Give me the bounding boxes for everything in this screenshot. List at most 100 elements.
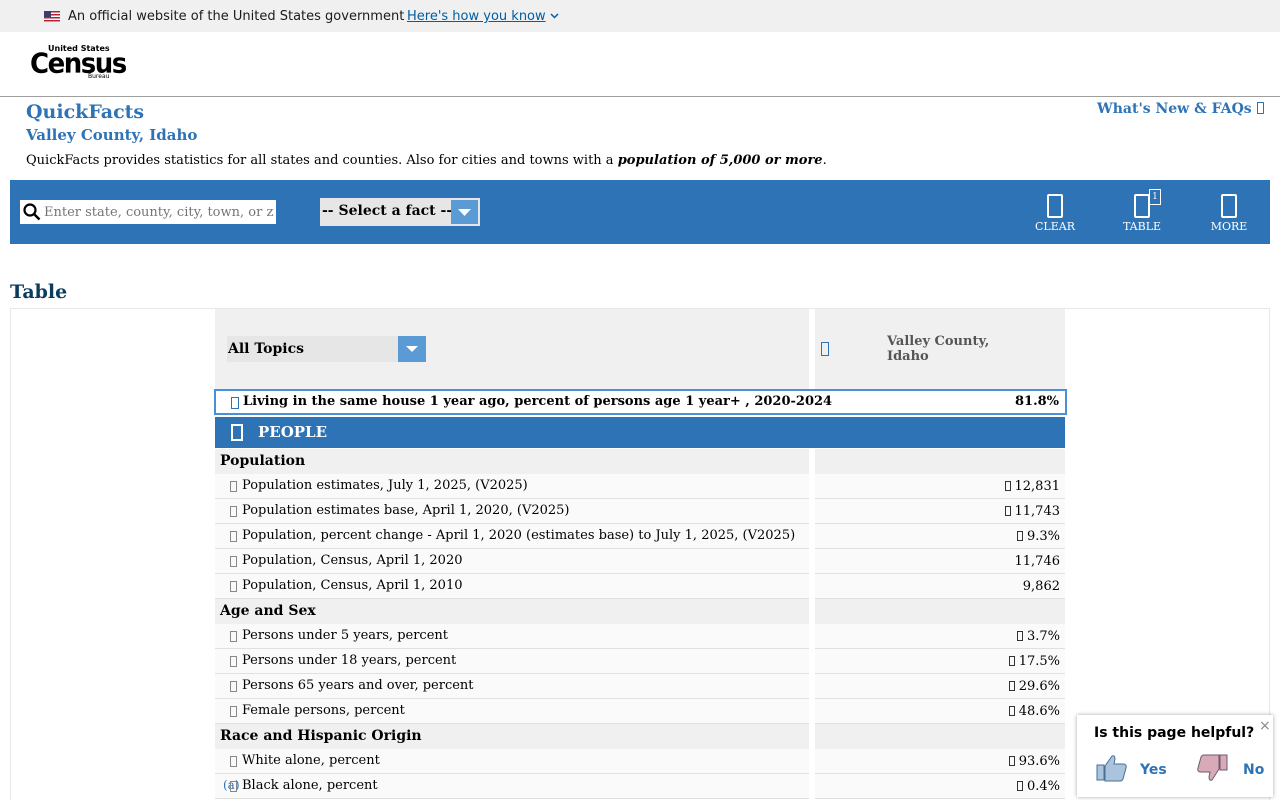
table-row[interactable]: Persons under 18 years, percent 17.5% (215, 649, 1065, 674)
official-site-text: An official website of the United States… (68, 9, 405, 24)
info-icon[interactable] (230, 706, 237, 717)
clear-button[interactable]: CLEAR (1025, 194, 1085, 234)
description-suffix: . (822, 153, 827, 168)
topic-column-header: All Topics (215, 309, 809, 389)
fact-value-cell: 3.7% (815, 624, 1065, 649)
info-icon[interactable] (230, 506, 237, 517)
more-button[interactable]: MORE (1199, 194, 1259, 234)
fact-value-cell (815, 599, 1065, 624)
search-box[interactable] (20, 200, 276, 224)
estimate-flag-icon[interactable] (1016, 781, 1023, 791)
fact-label: Black alone, percent (242, 778, 378, 793)
feedback-widget: Is this page helpful? × Yes No (1077, 715, 1273, 797)
caret-down-icon (458, 209, 471, 216)
fact-label: Population estimates base, April 1, 2020… (242, 503, 570, 518)
estimate-flag-icon[interactable] (1004, 481, 1011, 491)
feedback-yes-label: Yes (1140, 762, 1167, 778)
info-icon[interactable] (230, 581, 237, 592)
featured-fact-row[interactable]: Living in the same house 1 year ago, per… (214, 389, 1067, 415)
chevron-down-icon[interactable] (550, 11, 559, 20)
info-icon[interactable] (230, 656, 237, 667)
fact-label: Persons under 18 years, percent (242, 653, 457, 668)
table-section-header: Age and Sex (215, 599, 1065, 624)
fact-value: 48.6% (1008, 704, 1060, 719)
info-icon[interactable] (230, 481, 237, 492)
table-row[interactable]: Persons under 5 years, percent 3.7% (215, 624, 1065, 649)
table-button[interactable]: 1 TABLE (1112, 189, 1172, 234)
table-row[interactable]: Persons 65 years and over, percent 29.6% (215, 674, 1065, 699)
fact-value: 9,862 (1023, 579, 1060, 594)
table-row[interactable]: Population, Census, April 1, 2020 11,746 (215, 549, 1065, 574)
how-you-know-link[interactable]: Here's how you know (407, 9, 546, 24)
search-icon (23, 203, 41, 221)
info-icon[interactable] (230, 531, 237, 542)
fact-value-text: 17.5% (1018, 654, 1060, 669)
fact-label-cell: Population estimates base, April 1, 2020… (215, 499, 809, 524)
fact-label-cell: Population (215, 449, 809, 474)
table-row[interactable]: Population estimates, July 1, 2025, (V20… (215, 474, 1065, 499)
fact-select-dropdown-button[interactable] (451, 200, 478, 224)
estimate-flag-icon[interactable] (1008, 681, 1015, 691)
info-icon[interactable] (231, 397, 239, 409)
estimate-flag-icon[interactable] (1016, 531, 1023, 541)
estimate-flag-icon[interactable] (1004, 506, 1011, 516)
whats-new-link[interactable]: What's New & FAQs (1097, 101, 1264, 117)
more-icon (1221, 194, 1237, 218)
fact-value-cell: 17.5% (815, 649, 1065, 674)
section-label: Race and Hispanic Origin (220, 728, 422, 744)
fact-value-text: 29.6% (1018, 679, 1060, 694)
estimate-flag-icon[interactable] (1016, 631, 1023, 641)
fact-value: 0.4% (1016, 779, 1060, 794)
location-column-label: Valley County, Idaho (887, 334, 990, 364)
clear-icon (1047, 194, 1063, 218)
table-row[interactable]: White alone, percent 93.6% (215, 749, 1065, 774)
site-header: United States Census Bureau (0, 32, 1280, 97)
table-row[interactable]: Black alone, percent (a) 0.4% (215, 774, 1065, 799)
info-icon[interactable] (230, 681, 237, 692)
info-icon[interactable] (230, 756, 237, 767)
fact-select[interactable]: -- Select a fact -- (320, 198, 480, 226)
fact-label-cell: Black alone, percent (a) (215, 774, 809, 799)
section-label: Age and Sex (220, 603, 316, 619)
thumbs-down-icon (1197, 754, 1228, 781)
info-icon[interactable] (230, 781, 237, 792)
fact-value-cell: 12,831 (815, 474, 1065, 499)
fact-label: Population, Census, April 1, 2020 (242, 553, 463, 568)
fact-label-cell: Population, Census, April 1, 2020 (215, 549, 809, 574)
feedback-yes-button[interactable]: Yes (1095, 753, 1185, 785)
close-icon[interactable]: × (1259, 718, 1271, 734)
location-column-header: Valley County, Idaho (815, 309, 1065, 389)
table-row[interactable]: Population, percent change - April 1, 20… (215, 524, 1065, 549)
info-icon[interactable] (230, 556, 237, 567)
more-label: MORE (1210, 220, 1248, 233)
topic-select[interactable]: All Topics (227, 336, 426, 362)
estimate-flag-icon[interactable] (1008, 756, 1015, 766)
people-category-header[interactable]: PEOPLE (215, 417, 1065, 448)
fact-label-cell: Population, Census, April 1, 2010 (215, 574, 809, 599)
section-heading: Table (10, 281, 68, 303)
location-info-icon[interactable] (821, 342, 829, 356)
census-logo[interactable]: United States Census Bureau (30, 44, 127, 84)
external-link-icon (1256, 102, 1264, 114)
table-row[interactable]: Population, Census, April 1, 2010 9,862 (215, 574, 1065, 599)
info-icon[interactable] (230, 631, 237, 642)
table-section-header: Population (215, 449, 1065, 474)
caret-down-icon (406, 346, 418, 352)
fact-label: Female persons, percent (242, 703, 405, 718)
topic-select-dropdown-button[interactable] (398, 336, 426, 362)
feedback-question: Is this page helpful? (1094, 725, 1255, 741)
feedback-no-button[interactable]: No (1195, 753, 1275, 785)
search-input[interactable] (44, 202, 274, 222)
fact-label-cell: Race and Hispanic Origin (215, 724, 809, 749)
location-title: Valley County, Idaho (26, 126, 198, 144)
estimate-flag-icon[interactable] (1008, 656, 1015, 666)
page-title[interactable]: QuickFacts (26, 101, 144, 123)
fact-value-text: 93.6% (1018, 754, 1060, 769)
estimate-flag-icon[interactable] (1008, 706, 1015, 716)
fact-label-cell: Age and Sex (215, 599, 809, 624)
us-flag-icon (44, 11, 60, 22)
table-row[interactable]: Female persons, percent 48.6% (215, 699, 1065, 724)
fact-label: Persons 65 years and over, percent (242, 678, 474, 693)
feedback-no-label: No (1243, 762, 1265, 778)
table-row[interactable]: Population estimates base, April 1, 2020… (215, 499, 1065, 524)
